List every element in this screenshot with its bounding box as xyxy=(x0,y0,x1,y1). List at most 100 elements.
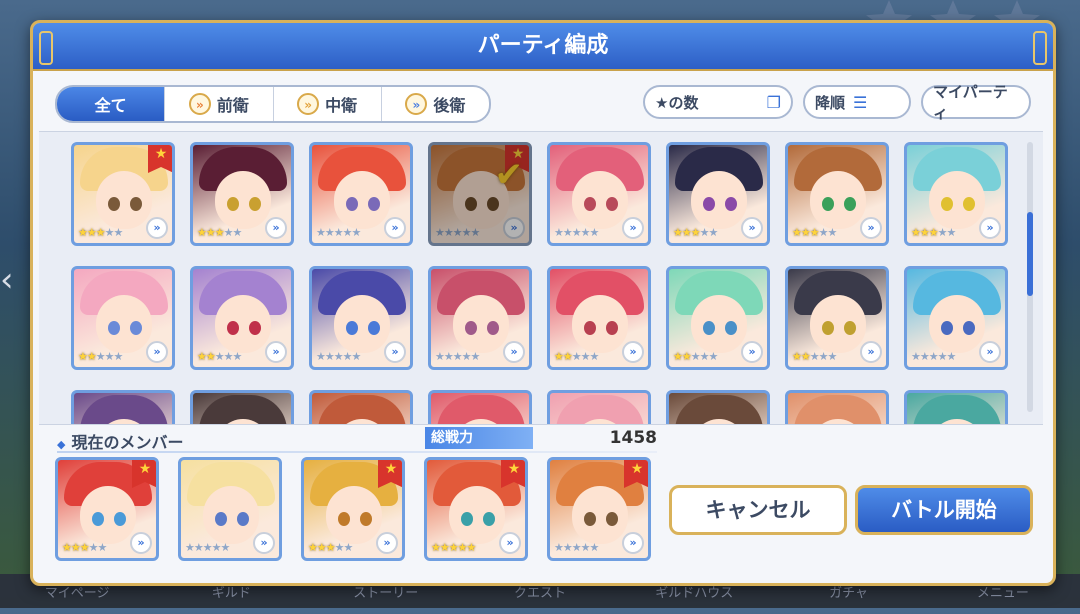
member-card[interactable]: ★★★★★» ★ xyxy=(55,457,159,561)
sort-order-button[interactable]: 降順 ☰ xyxy=(803,85,911,119)
roster-card[interactable]: ★★★★★» xyxy=(785,142,889,246)
portrait-eye xyxy=(703,197,715,211)
member-card[interactable]: ★★★★★» ★ xyxy=(424,457,528,561)
character-roster: ★★★★★» ★ ★★★★★» ★★★★★» ★★★★★» ★ ✔ ★★★★★» ★★★★★» ★… xyxy=(39,131,1043,425)
roster-card[interactable]: ★★★★★» xyxy=(190,142,294,246)
rank-icon: » xyxy=(503,217,525,239)
rank-icon: » xyxy=(253,532,275,554)
rank-icon: » xyxy=(499,532,521,554)
portrait-eye xyxy=(963,197,975,211)
roster-card[interactable]: ★★★★★» xyxy=(309,390,413,424)
roster-card[interactable]: ★★★★★» xyxy=(71,390,175,424)
portrait-face xyxy=(572,171,628,229)
member-card[interactable]: ★★★★★» ★ xyxy=(301,457,405,561)
character-portrait xyxy=(669,393,767,424)
portrait-face xyxy=(449,486,505,544)
star-rating: ★★★★★ xyxy=(911,350,956,363)
portrait-face xyxy=(96,171,152,229)
tab-back[interactable]: » 後衛 xyxy=(382,87,489,121)
roster-card[interactable]: ★★★★★» xyxy=(428,266,532,370)
members-label: 現在のメンバー xyxy=(71,433,184,452)
my-party-button[interactable]: マイパーティ xyxy=(921,83,1031,122)
roster-card[interactable]: ★★★★★» xyxy=(71,266,175,370)
star-rating: ★★★★★ xyxy=(673,226,718,239)
portrait-eye xyxy=(963,321,975,335)
roster-card[interactable]: ★★★★★» xyxy=(547,390,651,424)
roster-card[interactable]: ★★★★★» xyxy=(904,390,1008,424)
roster-card[interactable]: ★★★★★» xyxy=(785,390,889,424)
rank-icon: » xyxy=(741,341,763,363)
star-rating: ★★★★★ xyxy=(62,541,107,554)
portrait-eye xyxy=(941,197,953,211)
portrait-eye xyxy=(703,321,715,335)
party-formation-dialog: パーティ編成 全て » 前衛 » 中衛 » 後衛 ★の数 ❐ 降順 ☰ マイパーティ ★★… xyxy=(30,20,1056,586)
portrait-face xyxy=(326,486,382,544)
roster-card[interactable]: ★★★★★» xyxy=(190,266,294,370)
roster-scrollbar[interactable] xyxy=(1027,142,1033,412)
star-filter-button[interactable]: ★の数 ❐ xyxy=(643,85,793,119)
star-rating: ★★★★★ xyxy=(308,541,353,554)
tab-middle[interactable]: » 中衛 xyxy=(274,87,382,121)
portrait-eye xyxy=(368,321,380,335)
rank-icon: » xyxy=(130,532,152,554)
back-role-icon: » xyxy=(405,93,428,115)
rank-icon: » xyxy=(146,217,168,239)
roster-card[interactable]: ★★★★★» xyxy=(666,390,770,424)
roster-card[interactable]: ★★★★★» ★ ✔ xyxy=(428,142,532,246)
portrait-face xyxy=(334,295,390,353)
roster-card[interactable]: ★★★★★» xyxy=(309,142,413,246)
roster-card[interactable]: ★★★★★» ★ xyxy=(71,142,175,246)
portrait-eye xyxy=(465,321,477,335)
rank-icon: » xyxy=(860,341,882,363)
roster-card[interactable]: ★★★★★» xyxy=(904,142,1008,246)
rank-icon: » xyxy=(741,217,763,239)
roster-card[interactable]: ★★★★★» xyxy=(190,390,294,424)
star-rating: ★★★★★ xyxy=(185,541,230,554)
portrait-face xyxy=(572,486,628,544)
portrait-eye xyxy=(368,197,380,211)
rank-icon: » xyxy=(979,341,1001,363)
sort-icon: ☰ xyxy=(853,92,868,112)
tab-label: 中衛 xyxy=(325,96,358,115)
roster-card[interactable]: ★★★★★ » xyxy=(666,142,770,246)
cancel-button[interactable]: キャンセル xyxy=(669,485,847,535)
scroll-thumb[interactable] xyxy=(1027,212,1033,296)
front-role-icon: » xyxy=(188,93,211,115)
middle-role-icon: » xyxy=(297,93,320,115)
portrait-face xyxy=(453,295,509,353)
portrait-face xyxy=(929,295,985,353)
battle-start-button[interactable]: バトル開始 xyxy=(855,485,1033,535)
tab-front[interactable]: » 前衛 xyxy=(165,87,274,121)
portrait-face xyxy=(203,486,259,544)
portrait-eye xyxy=(584,321,596,335)
portrait-eye xyxy=(606,512,618,526)
member-card[interactable]: ★★★★★ » xyxy=(178,457,282,561)
character-portrait xyxy=(431,393,529,424)
portrait-face xyxy=(810,171,866,229)
tab-label: 前衛 xyxy=(216,96,249,115)
star-rating: ★★★★★ xyxy=(316,350,361,363)
filter-toggle-icon: ❐ xyxy=(766,92,781,112)
portrait-face xyxy=(691,295,747,353)
portrait-eye xyxy=(130,197,142,211)
rank-icon: » xyxy=(384,341,406,363)
tab-all[interactable]: 全て xyxy=(57,87,166,121)
portrait-eye xyxy=(346,321,358,335)
roster-card[interactable]: ★★★★★» xyxy=(785,266,889,370)
rank-icon: » xyxy=(146,341,168,363)
roster-card[interactable]: ★★★★★» xyxy=(547,142,651,246)
portrait-face xyxy=(80,486,136,544)
roster-card[interactable]: ★★★★★ » xyxy=(309,266,413,370)
roster-card[interactable]: ★★★★★» xyxy=(666,266,770,370)
rank-icon: » xyxy=(376,532,398,554)
portrait-eye xyxy=(92,512,104,526)
portrait-eye xyxy=(360,512,372,526)
rank-icon: » xyxy=(622,217,644,239)
roster-card[interactable]: ★★★★★» xyxy=(428,390,532,424)
tab-label: 後衛 xyxy=(433,96,466,115)
roster-card[interactable]: ★★★★★ » xyxy=(904,266,1008,370)
roster-card[interactable]: ★★★★★» xyxy=(547,266,651,370)
member-card[interactable]: ★★★★★» ★ xyxy=(547,457,651,561)
portrait-eye xyxy=(130,321,142,335)
portrait-eye xyxy=(227,197,239,211)
